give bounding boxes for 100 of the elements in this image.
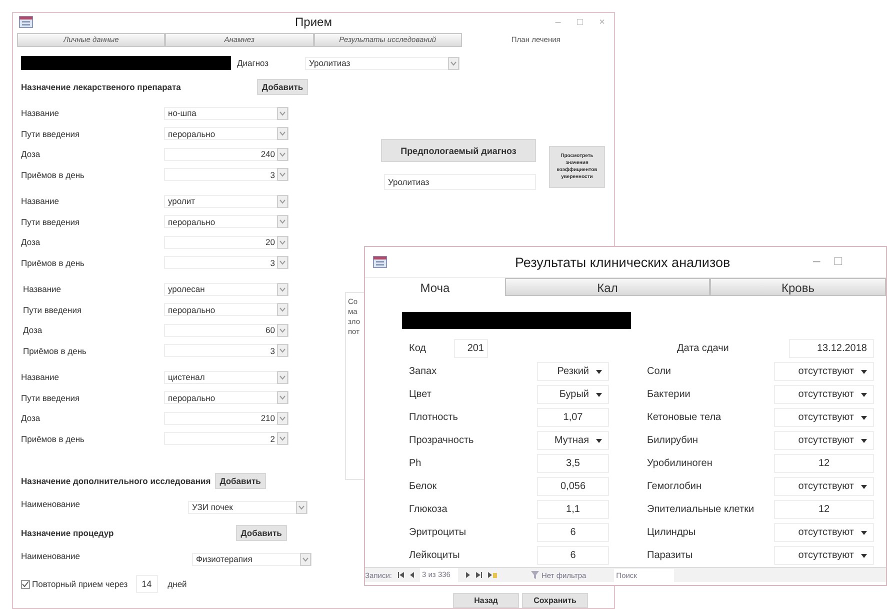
checkbox[interactable]: [21, 580, 30, 588]
diagnosis-dropdown[interactable]: Уролитиаз: [305, 56, 460, 70]
dropdown-field[interactable]: 20: [164, 236, 289, 249]
dropdown-field[interactable]: 3: [164, 344, 289, 358]
add-button[interactable]: Добавить: [256, 79, 308, 95]
field-label: Белок: [409, 480, 437, 494]
text-field[interactable]: 12: [774, 454, 874, 473]
form-icon: [19, 16, 33, 28]
dropdown-arrow-icon: [861, 392, 867, 396]
dropdown-field[interactable]: уролит: [164, 194, 289, 208]
dropdown-field[interactable]: отсутствуют: [774, 546, 874, 565]
dropdown-field[interactable]: 240: [164, 148, 289, 161]
dropdown-arrow-icon: [861, 554, 867, 558]
field-label: Бактерии: [647, 388, 690, 402]
text-field[interactable]: 1,07: [537, 408, 609, 427]
tab[interactable]: Кал: [505, 278, 710, 296]
dropdown-field[interactable]: но-шпа: [164, 106, 289, 120]
field-label: Кетоновые тела: [647, 411, 722, 425]
field-label: Пути введения: [21, 216, 81, 227]
diagnosis-field: Уролитиаз: [384, 174, 536, 190]
field-label: Наименование: [21, 551, 81, 561]
section-title: Назначение лекарственого препарата: [21, 82, 181, 92]
dropdown-field[interactable]: уролесан: [164, 282, 289, 296]
section-title: Назначение процедур: [21, 528, 114, 538]
last-record-icon[interactable]: [476, 572, 482, 578]
dropdown-field[interactable]: Бурый: [537, 385, 609, 404]
text-field[interactable]: 12: [774, 500, 874, 519]
field-label: Глюкоза: [409, 503, 448, 517]
dropdown-field[interactable]: отсутствуют: [774, 431, 874, 450]
field-label: Ph: [409, 457, 422, 471]
section-title: Назначение дополнительного исследования: [21, 476, 211, 486]
form-button[interactable]: Назад: [453, 593, 519, 608]
text-field[interactable]: 1,1: [537, 500, 609, 519]
field-label: Цвет: [409, 388, 432, 402]
field-label: Название: [21, 196, 60, 206]
dropdown-field[interactable]: 3: [164, 256, 289, 270]
field-label: Паразиты: [647, 549, 693, 563]
dropdown-field[interactable]: УЗИ почек: [188, 500, 308, 514]
field-label: Запах: [409, 365, 437, 379]
text-field[interactable]: 3,5: [537, 454, 609, 473]
field-label: Соли: [647, 365, 671, 379]
window-title: Результаты клинических анализов: [515, 254, 730, 270]
form-button[interactable]: Сохранить: [522, 593, 588, 608]
form-icon: [373, 256, 387, 268]
dropdown-field[interactable]: цистенал: [164, 370, 289, 384]
field-label: Название: [21, 108, 60, 118]
dropdown-field[interactable]: перорально: [164, 127, 289, 140]
checkmark-icon: [22, 581, 29, 587]
dropdown-field[interactable]: 60: [164, 324, 289, 337]
code-field[interactable]: 201: [454, 339, 488, 358]
dropdown-field[interactable]: перорально: [164, 391, 289, 404]
field-label: Прозрачность: [409, 434, 474, 448]
dropdown-field[interactable]: Резкий: [537, 362, 609, 381]
unit-label: дней: [168, 579, 187, 589]
field-label: Эритроциты: [409, 526, 466, 540]
new-record-icon[interactable]: [488, 572, 498, 578]
dropdown-arrow-icon: [861, 530, 867, 534]
field-label: Приёмов в день: [22, 346, 88, 356]
field-label: Пути введения: [22, 304, 83, 315]
field-label: Доза: [21, 237, 42, 248]
dropdown-field[interactable]: отсутствуют: [774, 477, 874, 496]
field-label: Наименование: [21, 499, 81, 509]
field-label: Гемоглобин: [647, 480, 702, 494]
field-label: Доза: [21, 149, 42, 160]
days-field[interactable]: 14: [136, 575, 158, 593]
dropdown-field[interactable]: отсутствуют: [774, 362, 874, 381]
text-field[interactable]: 6: [537, 523, 609, 542]
add-button[interactable]: Добавить: [236, 525, 287, 541]
field-label: Дата сдачи: [676, 342, 729, 356]
previous-record-icon[interactable]: [410, 572, 414, 578]
predicted-diagnosis-button[interactable]: Предпологаемый диагноз: [381, 139, 536, 162]
dropdown-field[interactable]: перорально: [164, 215, 289, 228]
field-label: Приёмов в день: [21, 258, 86, 268]
text-field[interactable]: 0,056: [537, 477, 609, 496]
field-label: Приёмов в день: [21, 170, 86, 180]
dropdown-field[interactable]: отсутствуют: [774, 523, 874, 542]
dropdown-arrow-icon: [596, 392, 602, 396]
tab[interactable]: Кровь: [710, 278, 886, 296]
field-label: Эпителиальные клетки: [647, 503, 754, 517]
field-label: Название: [22, 284, 62, 294]
dropdown-field[interactable]: Мутная: [537, 431, 609, 450]
field-label: Диагноз: [237, 58, 270, 68]
text-field[interactable]: 6: [537, 546, 609, 565]
dropdown-field[interactable]: перорально: [164, 303, 289, 316]
dropdown-field[interactable]: 210: [164, 412, 289, 425]
dropdown-field[interactable]: 3: [164, 168, 289, 182]
date-field[interactable]: 13.12.2018: [789, 339, 874, 358]
field-label: Код: [409, 342, 426, 356]
field-label: Билирубин: [647, 434, 698, 448]
dropdown-arrow-icon: [596, 438, 602, 442]
dropdown-field[interactable]: отсутствуют: [774, 385, 874, 404]
first-record-icon[interactable]: [398, 572, 404, 578]
dropdown-arrow-icon: [861, 416, 867, 420]
dropdown-field[interactable]: 2: [164, 432, 289, 446]
dropdown-field[interactable]: отсутствуют: [774, 408, 874, 427]
add-button[interactable]: Добавить: [214, 473, 266, 489]
next-record-icon[interactable]: [466, 572, 470, 578]
dropdown-arrow-icon: [861, 370, 867, 374]
dropdown-field[interactable]: Физиотерапия: [192, 552, 312, 566]
window-title: Прием: [295, 15, 332, 29]
